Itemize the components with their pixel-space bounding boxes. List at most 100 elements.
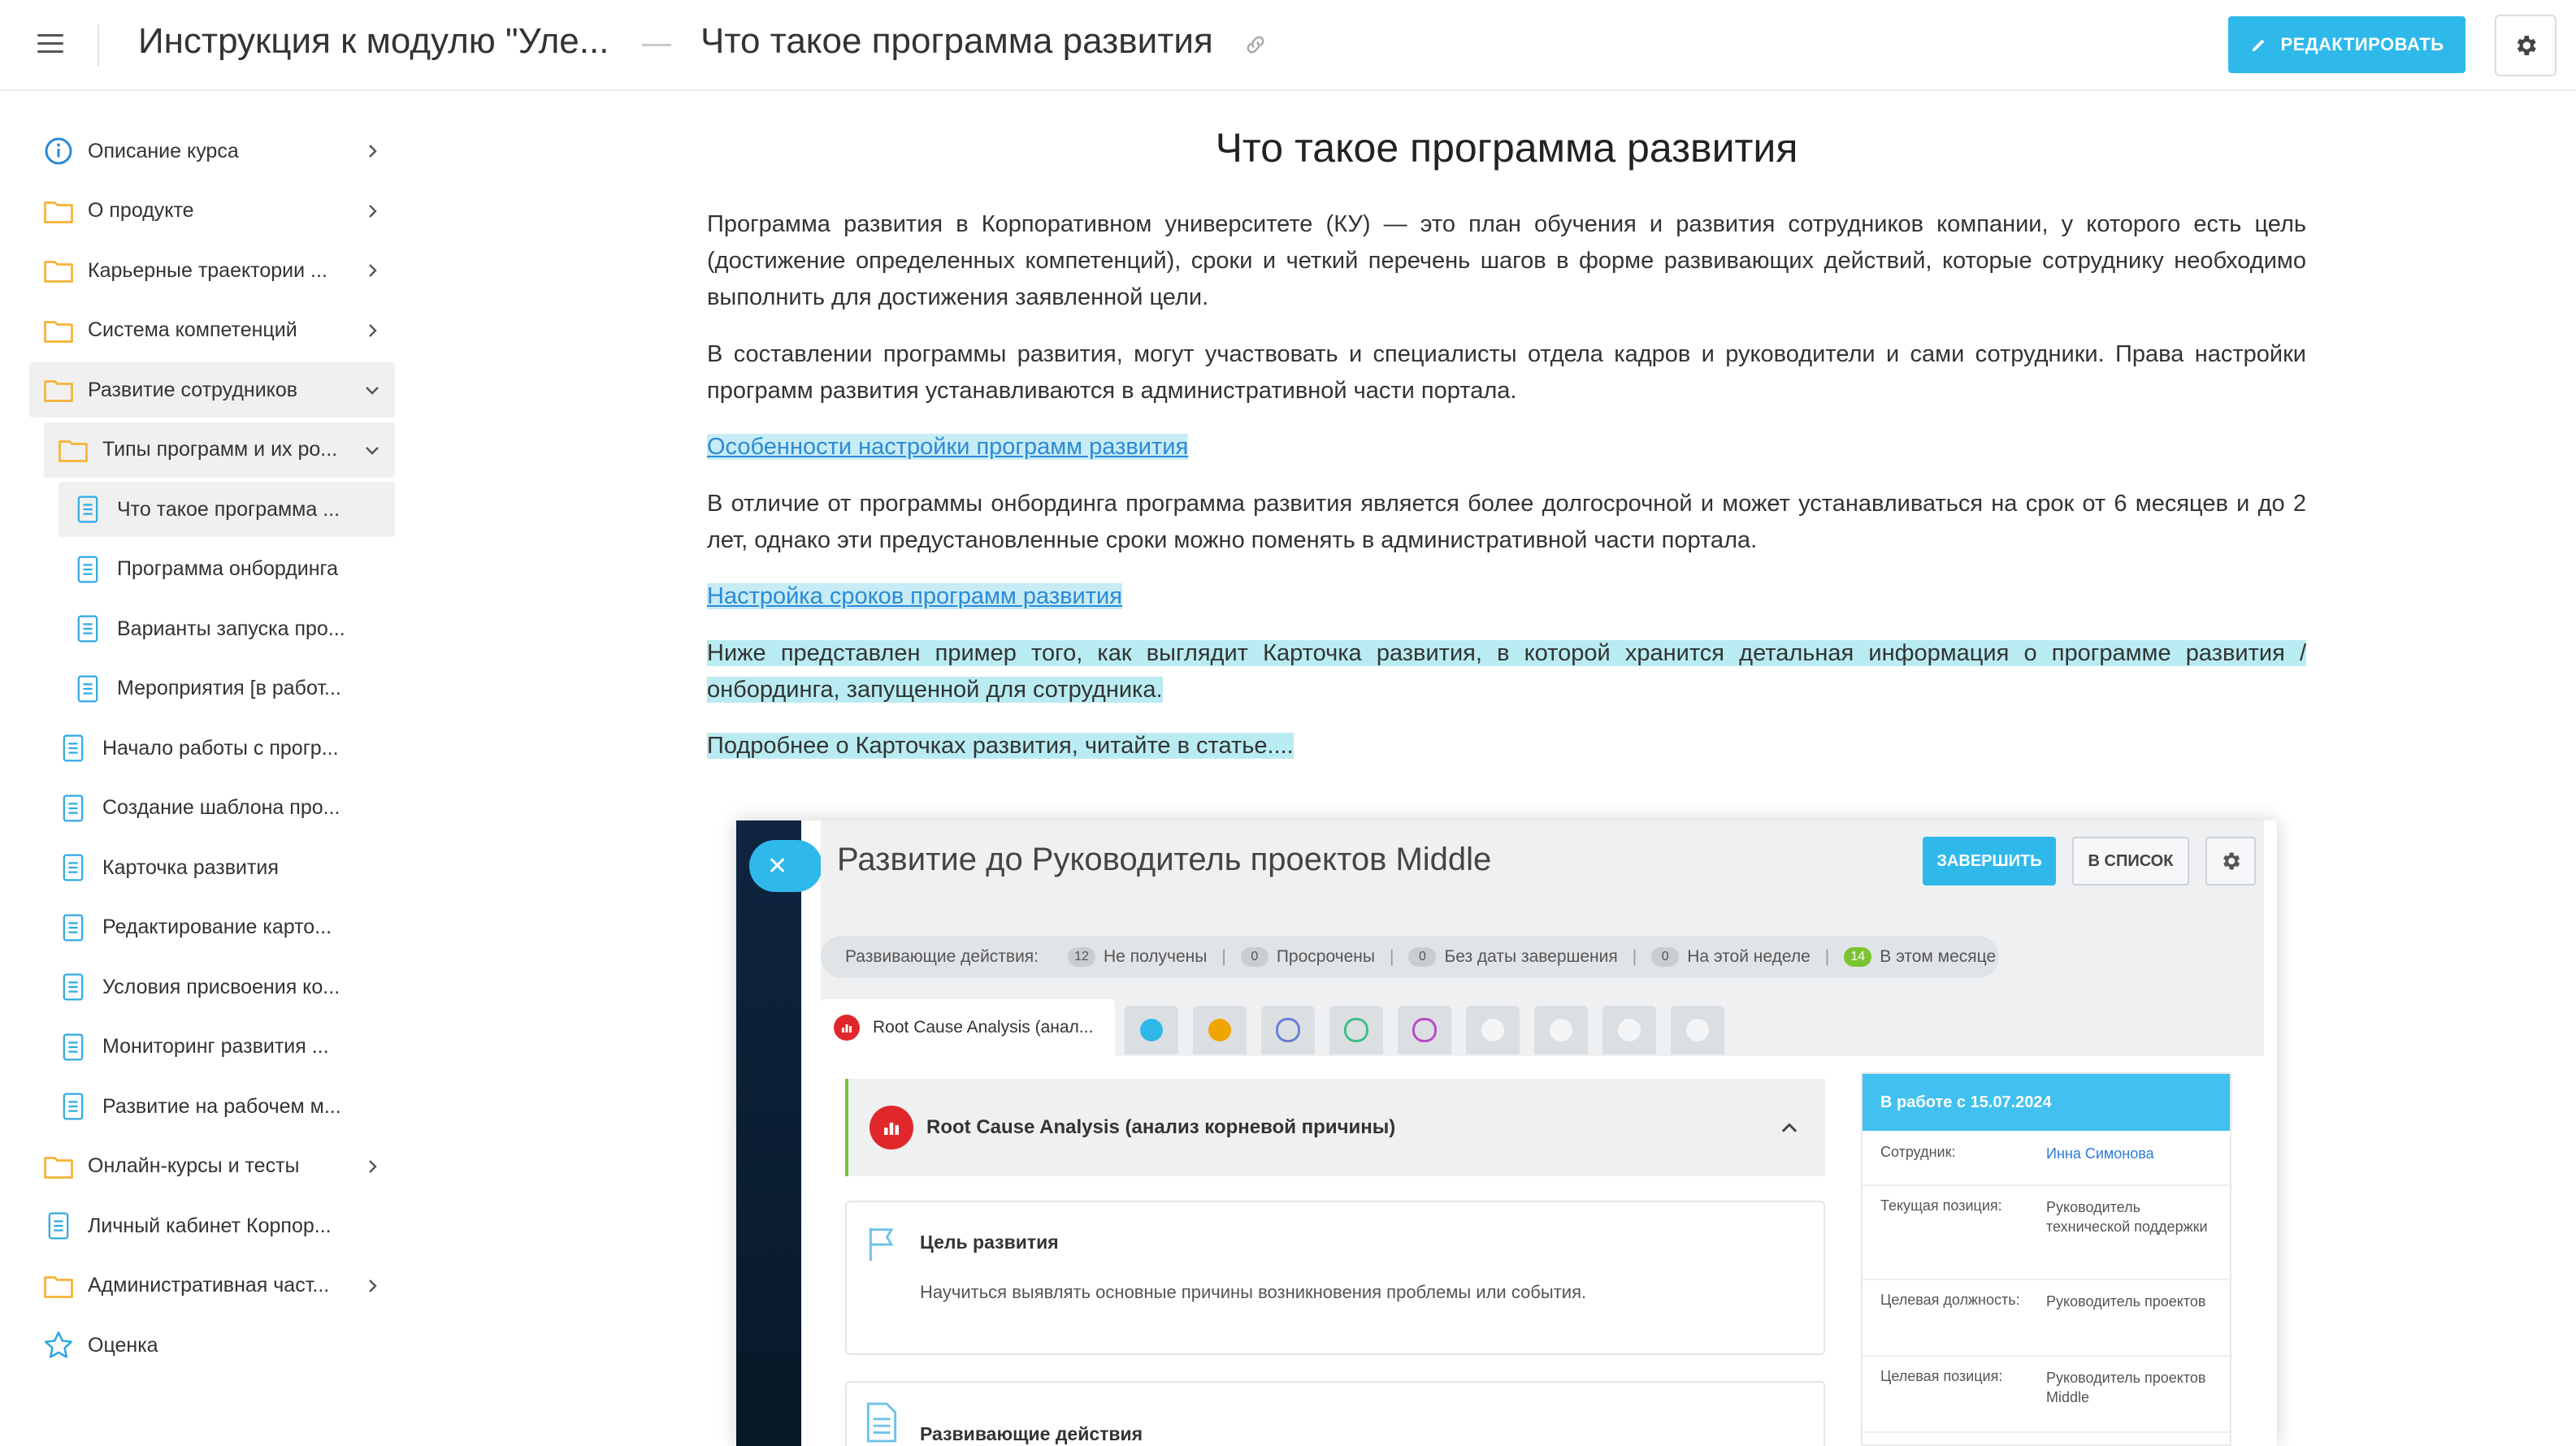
actions-card: Развивающие действия <box>845 1381 1825 1446</box>
sidebar-item[interactable]: Оценка <box>29 1318 395 1373</box>
tab-label: Root Cause Analysis (анал... <box>873 1018 1094 1037</box>
chevron-right-icon <box>369 1279 377 1292</box>
link-term-settings[interactable]: Настройка сроков программ развития <box>707 583 1122 609</box>
stat-count: 0 <box>1651 947 1680 967</box>
stat-count: 0 <box>1408 947 1437 967</box>
settings-button[interactable] <box>2495 15 2556 76</box>
info-value: Руководитель технической поддержки <box>2046 1199 2208 1235</box>
circle-icon <box>1261 1006 1315 1054</box>
folder-icon <box>42 1150 75 1183</box>
divider <box>98 24 99 67</box>
info-key: Целевая должность: <box>1880 1292 2020 1308</box>
document-icon <box>57 792 89 825</box>
edit-button[interactable]: РЕДАКТИРОВАТЬ <box>2228 16 2465 73</box>
gear-icon <box>2517 36 2536 55</box>
sidebar-item[interactable]: Описание курса <box>29 123 395 179</box>
development-card-panel: Развитие до Руководитель проектов Middle… <box>821 820 2264 1446</box>
sidebar-item[interactable]: Создание шаблона про... <box>44 781 395 836</box>
flag-icon <box>869 1227 894 1262</box>
edit-button-label: РЕДАКТИРОВАТЬ <box>2280 34 2444 54</box>
goal-title: Цель развития <box>920 1232 1059 1253</box>
sidebar-item[interactable]: Развитие на рабочем м... <box>44 1079 395 1134</box>
breadcrumb-course[interactable]: Инструкция к модулю "Уле... <box>138 21 609 62</box>
chart-icon <box>870 1106 913 1149</box>
sidebar-item-label: Создание шаблона про... <box>102 796 340 819</box>
folder-icon <box>57 434 89 466</box>
sidebar-item-label: Начало работы с прогр... <box>102 736 339 760</box>
sidebar-item-label: Административная част... <box>88 1274 330 1297</box>
embedded-screenshot: ✕ Развитие до Руководитель проектов Midd… <box>736 820 2277 1446</box>
document-icon <box>57 1090 89 1123</box>
stat-label: Просрочены <box>1276 947 1375 966</box>
sidebar-item[interactable]: Что такое программа ... <box>59 482 395 537</box>
info-row: Текущая позиция: Руководитель техническо… <box>1863 1184 2230 1280</box>
sidebar-item-label: Варианты запуска про... <box>117 617 345 640</box>
sidebar-item-label: Условия присвоения ко... <box>102 975 340 998</box>
sidebar-item[interactable]: Редактирование карто... <box>44 900 395 955</box>
sidebar-item-label: Типы программ и их ро... <box>102 438 338 461</box>
stat-count: 12 <box>1068 947 1096 967</box>
article-heading: Что такое программа развития <box>1215 125 1798 171</box>
sidebar-item[interactable]: Онлайн-курсы и тесты <box>29 1139 395 1194</box>
document-icon <box>57 911 89 944</box>
sidebar-item[interactable]: Карточка развития <box>44 840 395 895</box>
chevron-right-icon <box>369 323 377 337</box>
sidebar-item[interactable]: О продукте <box>29 184 395 239</box>
tab-root-cause: Root Cause Analysis (анал... <box>821 999 1115 1056</box>
actions-stats-bar: Развивающие действия: 12 Не получены | 0 Пр… <box>821 936 1999 978</box>
sidebar-item[interactable]: Мероприятия [в работ... <box>59 661 395 717</box>
sidebar-item-label: Программа онбординга <box>117 557 339 580</box>
chat-icon <box>1534 1006 1588 1054</box>
stat-label: Не получены <box>1104 947 1208 966</box>
stats-label: Развивающие действия: <box>845 947 1039 966</box>
sidebar-item[interactable]: Начало работы с прогр... <box>44 721 395 776</box>
info-key: Текущая позиция: <box>1880 1197 2002 1214</box>
paragraph-card-example: Ниже представлен пример того, как выгляд… <box>707 640 2306 703</box>
development-card-title: Развитие до Руководитель проектов Middle <box>837 842 1492 877</box>
chevron-right-icon <box>369 264 377 277</box>
sidebar-item[interactable]: Личный кабинет Корпор... <box>29 1198 395 1253</box>
sidebar-item-label: Что такое программа ... <box>117 497 340 521</box>
folder-icon <box>42 374 75 406</box>
chevron-right-icon <box>369 204 377 218</box>
chevron-right-icon <box>369 145 377 158</box>
chevron-down-icon <box>366 387 379 395</box>
document-icon <box>57 971 89 1003</box>
info-value: Руководитель проектов Middle <box>2046 1370 2206 1405</box>
sidebar-item[interactable]: Варианты запуска про... <box>59 601 395 656</box>
page-title: Что такое программа развития <box>700 21 1213 61</box>
pencil-icon <box>2252 39 2264 52</box>
actions-title: Развивающие действия <box>920 1423 1143 1444</box>
document-icon <box>57 851 89 884</box>
sidebar-item[interactable]: Карьерные траектории ... <box>29 243 395 298</box>
link-settings-features[interactable]: Особенности настройки программ развития <box>707 434 1189 460</box>
document-icon <box>72 613 104 645</box>
sidebar-item-label: Развитие сотрудников <box>88 378 298 401</box>
menu-icon[interactable] <box>37 34 63 55</box>
paragraph-more-info: Подробнее о Карточках развития, читайте … <box>707 733 1294 759</box>
info-row: Целевая позиция: Руководитель проектов M… <box>1863 1355 2230 1433</box>
sidebar-item[interactable]: Программа онбординга <box>59 542 395 597</box>
status-header: В работе с 15.07.2024 <box>1863 1074 2230 1131</box>
sidebar-item-label: Карьерные траектории ... <box>88 258 327 282</box>
sidebar-item-label: Карточка развития <box>102 855 279 879</box>
stat-count: 0 <box>1240 947 1268 967</box>
article: Что такое программа развития Программа р… <box>707 122 2306 759</box>
chevron-right-icon <box>369 1159 377 1173</box>
link-icon[interactable] <box>1243 32 1268 57</box>
sidebar-item[interactable]: Система компетенций <box>29 303 395 358</box>
top-bar: Инструкция к модулю "Уле... Что такое пр… <box>0 0 2576 91</box>
sidebar-item[interactable]: Административная част... <box>29 1258 395 1314</box>
sidebar-item[interactable]: Развитие сотрудников <box>29 362 395 418</box>
sidebar-item[interactable]: Мониторинг развития ... <box>44 1020 395 1075</box>
document-icon <box>72 553 104 586</box>
folder-icon <box>42 1270 75 1302</box>
document-icon <box>72 493 104 526</box>
folder-icon <box>42 195 75 227</box>
sidebar-item[interactable]: Условия присвоения ко... <box>44 959 395 1015</box>
paragraph-definition: Программа развития в Корпоративном униве… <box>707 211 2306 310</box>
sidebar-nav: Описание курса О продукте Карьерные траект… <box>0 89 406 1446</box>
sidebar-item[interactable]: Типы программ и их ро... <box>44 422 395 478</box>
circle-icon <box>1329 1006 1383 1054</box>
development-card-body: Root Cause Analysis (анализ корневой при… <box>821 1056 2264 1446</box>
